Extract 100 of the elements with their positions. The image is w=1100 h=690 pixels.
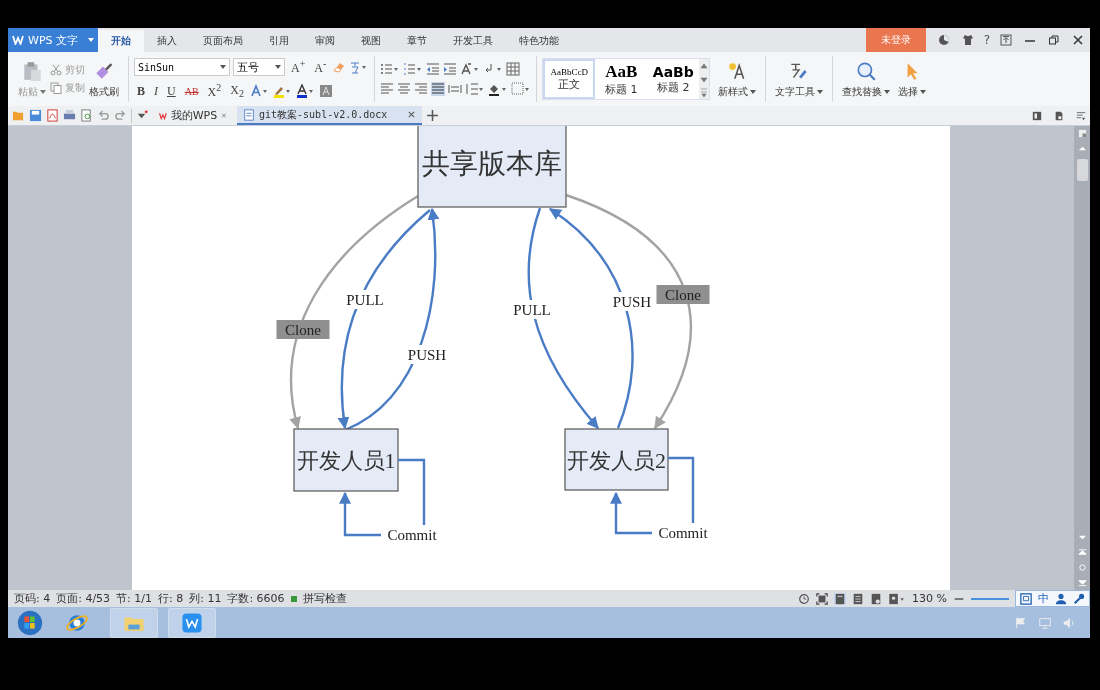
ime-toolbar[interactable]: 中 — [1015, 590, 1090, 607]
font-name-dropdown[interactable]: SinSun — [134, 58, 230, 76]
caret-icon — [275, 65, 281, 69]
highlighter-icon[interactable] — [272, 84, 293, 98]
caret-icon — [884, 89, 891, 94]
text-format-button[interactable]: I — [151, 83, 161, 99]
maximize-icon[interactable] — [1048, 34, 1060, 46]
menu-tab[interactable]: 视图 — [348, 30, 394, 52]
fullscreen-icon[interactable] — [816, 592, 829, 605]
status-text: 字数: 6606 — [227, 591, 285, 606]
font-size-button[interactable]: A$^{+}$ — [288, 58, 309, 76]
table-icon[interactable] — [506, 62, 521, 76]
start-button[interactable] — [16, 608, 44, 637]
node-label: 共享版本库 — [422, 147, 562, 179]
align-left-icon[interactable] — [380, 82, 395, 96]
undo-icon[interactable] — [97, 109, 110, 122]
taskbar-button[interactable] — [110, 607, 158, 638]
folder-icon[interactable] — [12, 109, 25, 122]
document-tab[interactable]: git教案-subl-v2.0.docx — [237, 106, 422, 125]
split-icon[interactable] — [1077, 129, 1087, 138]
document-tab[interactable]: 我的WPS — [153, 106, 233, 125]
bullet-list-icon[interactable] — [380, 62, 401, 76]
new-style-button[interactable]: 新样式 — [714, 59, 761, 99]
distribute-icon[interactable] — [448, 82, 463, 96]
menu-tab[interactable]: 特色功能 — [506, 30, 572, 52]
select-button[interactable]: 选择 — [894, 59, 931, 99]
new-tab-icon[interactable] — [426, 109, 439, 122]
save-icon[interactable] — [29, 109, 42, 122]
status-text: 节: 1/1 — [116, 591, 152, 606]
taskbar-button[interactable] — [168, 607, 216, 638]
help-button[interactable]: ? — [983, 33, 990, 47]
scroll-up-icon[interactable] — [1077, 144, 1087, 153]
justify-icon[interactable] — [431, 82, 446, 96]
speaker-icon[interactable] — [1062, 615, 1076, 630]
find-replace-button[interactable]: 查找替换 — [838, 59, 895, 99]
style-preset[interactable]: AaBb 标题 2 — [647, 59, 700, 99]
caret-icon — [920, 89, 927, 94]
menu-tab[interactable]: 插入 — [144, 30, 190, 52]
history-icon[interactable] — [798, 592, 811, 605]
align-center-icon[interactable] — [397, 82, 412, 96]
style-preset[interactable]: AaB 标题 1 — [595, 59, 648, 99]
style-scroller[interactable] — [699, 59, 710, 99]
print-icon[interactable] — [63, 109, 76, 122]
status-text: 列: 11 — [189, 591, 222, 606]
page-view-icon[interactable] — [834, 592, 847, 605]
scroll-down-icon[interactable] — [1077, 533, 1087, 542]
panel-icon[interactable] — [1032, 110, 1042, 121]
pdf-icon[interactable] — [46, 109, 59, 122]
menu-tab[interactable]: 开始 — [98, 30, 144, 52]
text-tools-button[interactable]: 文字工具 — [771, 59, 828, 99]
app-menu-button[interactable]: WPS 文字 — [8, 28, 98, 52]
previous-page-icon[interactable] — [1077, 548, 1087, 557]
style-preset[interactable]: AaBbCcD 正文 — [543, 59, 596, 99]
paint-bucket-icon[interactable] — [488, 82, 509, 96]
menu-tab[interactable]: 引用 — [256, 30, 302, 52]
text-format-button[interactable]: X$_{2}$ — [227, 82, 247, 100]
menu-tab[interactable]: 章节 — [394, 30, 440, 52]
text-format-button[interactable]: U — [164, 83, 179, 99]
status-text: 行: 8 — [158, 591, 184, 606]
decrease-indent-icon[interactable] — [426, 62, 441, 76]
redo-icon[interactable] — [114, 109, 127, 122]
vertical-scrollbar[interactable] — [1074, 126, 1090, 590]
scroll-thumb[interactable] — [1076, 159, 1088, 181]
shirt-icon[interactable] — [961, 34, 974, 46]
collapse-icon[interactable] — [1076, 110, 1086, 121]
menu-tab[interactable]: 审阅 — [302, 30, 348, 52]
reading-mode-icon[interactable] — [888, 592, 907, 605]
font-color-icon[interactable] — [295, 84, 316, 98]
caret-icon — [40, 89, 46, 94]
char-shading-icon[interactable] — [318, 84, 333, 98]
flag-icon[interactable] — [1014, 615, 1028, 630]
text-format-button[interactable]: AB — [181, 85, 202, 97]
format-painter-button[interactable]: 格式刷 — [85, 59, 123, 99]
text-effect-icon[interactable] — [249, 84, 270, 98]
menu-tab[interactable]: 页面布局 — [190, 30, 256, 52]
font-size-button[interactable]: A$^{-}$ — [311, 58, 330, 76]
align-right-icon[interactable] — [414, 82, 429, 96]
status-text: 页面: 4/53 — [56, 591, 111, 606]
document-check-icon[interactable] — [1054, 110, 1064, 121]
print-preview-icon[interactable] — [80, 109, 93, 122]
numbered-list-icon[interactable] — [403, 62, 424, 76]
increase-indent-icon[interactable] — [443, 62, 458, 76]
font-size-dropdown[interactable]: 五号 — [233, 58, 285, 76]
text-direction-icon[interactable] — [460, 62, 481, 76]
restore-ribbon-icon[interactable] — [1000, 34, 1012, 46]
scissors-icon — [50, 64, 62, 76]
spell-check-button[interactable]: 拼写检查 — [302, 591, 347, 606]
close-tab-icon[interactable] — [407, 110, 416, 119]
copy-icon — [50, 82, 62, 94]
text-format-button[interactable]: B — [134, 83, 148, 99]
close-icon[interactable] — [1072, 34, 1084, 46]
text-format-button[interactable]: X$^{2}$ — [204, 82, 225, 100]
spell-check-icon — [290, 595, 297, 602]
eraser-icon[interactable] — [332, 60, 347, 74]
outline-view-icon[interactable] — [852, 592, 865, 605]
next-page-icon[interactable] — [1077, 578, 1087, 587]
browse-object-icon[interactable] — [1077, 563, 1087, 572]
web-view-icon[interactable] — [870, 592, 883, 605]
menu-tab[interactable]: 开发工具 — [440, 30, 506, 52]
document-icon — [243, 108, 255, 121]
